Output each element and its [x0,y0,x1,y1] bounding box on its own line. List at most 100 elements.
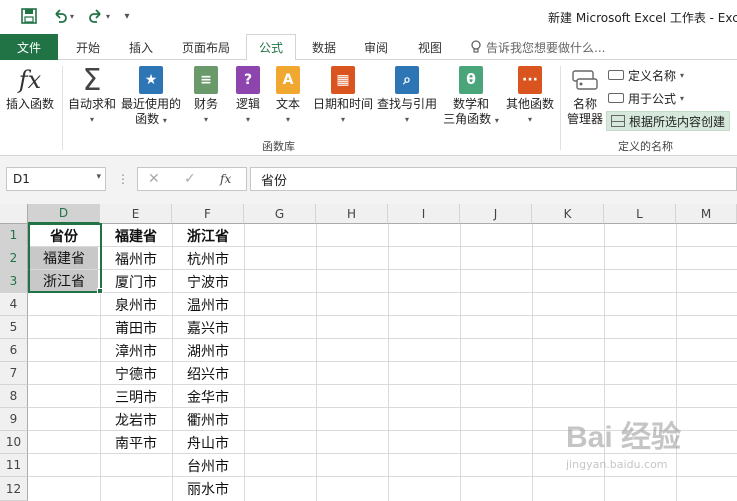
cell-f1[interactable]: 浙江省 [172,224,244,247]
insert-function-button[interactable]: fx 插入函数 [4,66,56,112]
column-header[interactable]: E [100,204,172,224]
logical-button[interactable]: ? 逻辑 ▾ [230,66,266,127]
tell-me-box[interactable]: 告诉我您想要做什么... [470,34,605,60]
undo-icon[interactable]: ▾ [48,6,78,26]
selection-border [28,223,102,293]
cell-e2[interactable]: 福州市 [100,247,172,270]
fill-handle[interactable] [97,288,103,294]
title-bar: ▾ ▾ ▾ 新建 Microsoft Excel 工作表 - Exc [0,0,737,34]
cell-f7[interactable]: 绍兴市 [172,362,244,385]
customize-toolbar-icon[interactable]: ▾ [120,6,134,26]
tab-review[interactable]: 审阅 [352,34,400,60]
row-header[interactable]: 6 [0,339,28,362]
watermark-logo: Bai 经验 [566,421,682,454]
cell-f6[interactable]: 湖州市 [172,339,244,362]
cell-e3[interactable]: 厦门市 [100,270,172,293]
insert-fx-icon[interactable]: fx [220,172,231,186]
datetime-button[interactable]: ▦ 日期和时间 ▾ [310,66,376,127]
row-header[interactable]: 1 [0,224,28,247]
financial-button[interactable]: ≡ 财务 ▾ [186,66,226,127]
cell-f12[interactable]: 丽水市 [172,477,244,500]
column-header[interactable]: G [244,204,316,224]
formula-input[interactable]: 省份 [250,167,737,191]
more-functions-button[interactable]: ··· 其他函数 ▾ [502,66,558,127]
formula-bar-grip-icon[interactable]: ⋮ [117,172,129,186]
name-box[interactable]: D1 ▾ [6,167,106,191]
row-header[interactable]: 12 [0,477,28,501]
cell-e8[interactable]: 三明市 [100,385,172,408]
recent-functions-button[interactable]: ★ 最近使用的 函数 ▾ [120,66,182,128]
row-header[interactable]: 11 [0,454,28,477]
row-header[interactable]: 8 [0,385,28,408]
cell-f8[interactable]: 金华市 [172,385,244,408]
use-in-formula-button[interactable]: 用于公式 ▾ [608,88,684,108]
tab-file[interactable]: 文件 [0,34,58,60]
row-header[interactable]: 4 [0,293,28,316]
tab-data[interactable]: 数据 [300,34,348,60]
define-name-label: 定义名称 [628,68,677,83]
column-header[interactable]: J [460,204,532,224]
cell-f9[interactable]: 衢州市 [172,408,244,431]
text-label: 文本 [275,97,300,111]
row-header[interactable]: 7 [0,362,28,385]
cell-f3[interactable]: 宁波市 [172,270,244,293]
tab-home[interactable]: 开始 [62,34,114,60]
column-header[interactable]: M [676,204,737,224]
tab-insert[interactable]: 插入 [116,34,166,60]
cell-e1[interactable]: 福建省 [100,224,172,247]
autosum-label: 自动求和 [67,97,116,111]
create-from-selection-button[interactable]: 根据所选内容创建 [606,111,731,131]
baidu-watermark: Bai 经验 jingyan.baidu.com [566,412,736,492]
name-box-dropdown-icon[interactable]: ▾ [96,172,101,182]
row-header[interactable]: 3 [0,270,28,293]
cell-f2[interactable]: 杭州市 [172,247,244,270]
cell-f10[interactable]: 舟山市 [172,431,244,454]
cell-f4[interactable]: 温州市 [172,293,244,316]
name-tag-icon [571,66,599,94]
defined-names-group-label: 定义的名称 [618,140,673,153]
recent-label-1: 最近使用的 [120,97,181,111]
cell-f5[interactable]: 嘉兴市 [172,316,244,339]
function-library-group-label: 函数库 [262,140,295,153]
lookup-button[interactable]: ⌕ 查找与引用 ▾ [374,66,440,127]
cell-e5[interactable]: 莆田市 [100,316,172,339]
column-header[interactable]: D [28,204,100,224]
tab-view[interactable]: 视图 [404,34,456,60]
cell-e9[interactable]: 龙岩市 [100,408,172,431]
row-header[interactable]: 5 [0,316,28,339]
cell-e6[interactable]: 漳州市 [100,339,172,362]
row-header[interactable]: 9 [0,408,28,431]
save-icon[interactable] [18,6,40,26]
column-header[interactable]: H [316,204,388,224]
enter-icon[interactable]: ✓ [184,171,196,187]
redo-icon[interactable]: ▾ [84,6,114,26]
cell-e7[interactable]: 宁德市 [100,362,172,385]
name-manager-button[interactable]: 名称 管理器 [564,66,606,127]
select-all-corner[interactable] [0,204,28,224]
column-header[interactable]: L [604,204,676,224]
lightbulb-icon [471,40,481,53]
cancel-icon[interactable]: ✕ [148,171,160,187]
tab-page-layout[interactable]: 页面布局 [170,34,242,60]
column-header[interactable]: K [532,204,604,224]
row-header[interactable]: 2 [0,247,28,270]
ribbon-formulas: fx 插入函数 Σ 自动求和 ▾ ★ 最近使用的 函数 ▾ ≡ 财务 ▾ ? 逻… [0,60,737,156]
cell-e10[interactable]: 南平市 [100,431,172,454]
window-title: 新建 Microsoft Excel 工作表 - Exc [548,11,737,25]
autosum-button[interactable]: Σ 自动求和 ▾ [66,65,118,127]
name-manager-label-1: 名称 [572,97,597,111]
math-trig-button[interactable]: θ 数学和 三角函数 ▾ [440,66,502,128]
cell-e4[interactable]: 泉州市 [100,293,172,316]
magnifier-book-icon: ⌕ [393,66,421,94]
create-from-selection-label: 根据所选内容创建 [629,114,726,129]
column-header[interactable]: I [388,204,460,224]
define-name-button[interactable]: 定义名称 ▾ [608,65,684,85]
math-label-1: 数学和 [452,97,489,111]
calendar-book-icon: ▦ [329,66,357,94]
more-book-icon: ··· [516,66,544,94]
text-button[interactable]: A 文本 ▾ [270,66,306,127]
tab-formulas[interactable]: 公式 [246,34,296,61]
column-header[interactable]: F [172,204,244,224]
row-header[interactable]: 10 [0,431,28,454]
cell-f11[interactable]: 台州市 [172,454,244,477]
